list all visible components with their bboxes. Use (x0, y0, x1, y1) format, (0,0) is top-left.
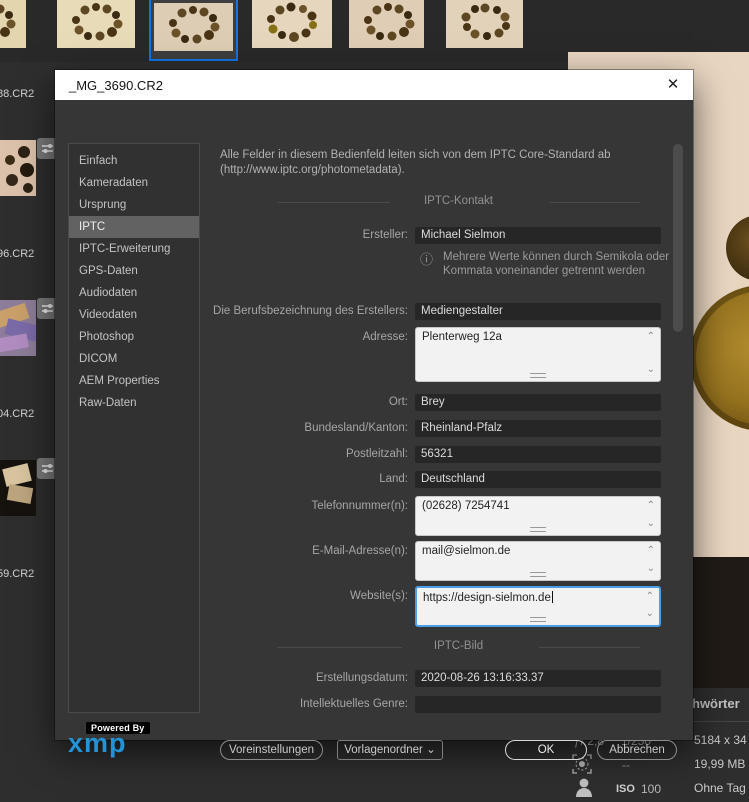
thumbnail[interactable] (57, 0, 135, 48)
erstellungsdatum-field[interactable]: 2020-08-26 13:16:33.37 (415, 670, 661, 687)
text-cursor (551, 591, 553, 603)
chevron-down-icon[interactable]: ⌄ (647, 365, 655, 375)
sidebar-item-dicom[interactable]: DICOM (69, 348, 199, 370)
flash-value: -- (622, 758, 630, 772)
coins-photo (72, 3, 123, 41)
adresse-field[interactable]: Plenterweg 12a ⌃ ⌄ (415, 327, 661, 382)
sidebar-item-photoshop[interactable]: Photoshop (69, 326, 199, 348)
field-label: Die Berufsbezeichnung des Erstellers: (213, 305, 408, 317)
chevron-up-icon[interactable]: ⌃ (647, 501, 655, 511)
chevron-up-icon[interactable]: ⌃ (647, 332, 655, 342)
resize-handle[interactable] (530, 617, 546, 622)
resize-handle[interactable] (530, 373, 546, 378)
iso-label: ISO (616, 783, 635, 795)
thumbnail[interactable] (252, 0, 332, 48)
filmstrip-filename[interactable]: 88.CR2 (0, 88, 41, 100)
person-icon (575, 777, 593, 802)
xmp-wordmark: xmp (68, 728, 127, 758)
field-label: Adresse: (362, 331, 408, 343)
coins-photo (461, 3, 510, 40)
sidebar-item-audiodaten[interactable]: Audiodaten (69, 282, 199, 304)
sidebar-item-ursprung[interactable]: Ursprung (69, 194, 199, 216)
sidebar-item-einfach[interactable]: Einfach (69, 150, 199, 172)
dialog-body: Einfach Kameradaten Ursprung IPTC IPTC-E… (55, 100, 693, 760)
ersteller-field[interactable]: Michael Sielmon (415, 227, 661, 244)
filmstrip-filename[interactable]: 96.CR2 (0, 248, 41, 260)
file-size-value: 19,99 MB (694, 757, 746, 771)
field-label: Ort: (388, 396, 408, 408)
coin-large (690, 285, 749, 431)
telefonnummer-field[interactable]: (02628) 7254741 ⌃ ⌄ (415, 496, 661, 536)
sidebar-item-gps-daten[interactable]: GPS-Daten (69, 260, 199, 282)
land-field[interactable]: Deutschland (415, 471, 661, 488)
field-label: Website(s): (350, 590, 408, 602)
chevron-down-icon: ⌄ (426, 744, 436, 756)
coins-photo (0, 4, 16, 37)
website-field[interactable]: https://design-sielmon.de ⌃ ⌄ (415, 586, 661, 627)
filmstrip-filename[interactable]: 59.CR2 (0, 568, 41, 580)
vorlagenordner-dropdown[interactable]: Vorlagenordner ⌄ (337, 740, 443, 760)
xmp-logo: Powered By xmp (68, 722, 168, 764)
sidebar-item-iptc[interactable]: IPTC (69, 216, 199, 238)
abbrechen-button[interactable]: Abbrechen (597, 740, 677, 760)
metadata-category-list: Einfach Kameradaten Ursprung IPTC IPTC-E… (68, 143, 200, 713)
info-icon: ⓘ (420, 252, 434, 267)
chevron-up-icon[interactable]: ⌃ (646, 592, 654, 602)
ok-button[interactable]: OK (505, 740, 587, 760)
sidebar-item-kameradaten[interactable]: Kameradaten (69, 172, 199, 194)
ort-field[interactable]: Brey (415, 394, 661, 411)
chevron-down-icon[interactable]: ⌄ (647, 519, 655, 529)
thumbnail[interactable] (0, 0, 26, 48)
filmstrip-thumbnail[interactable] (0, 460, 36, 516)
filmstrip-filename[interactable]: 04.CR2 (0, 408, 41, 420)
voreinstellungen-button[interactable]: Voreinstellungen (220, 740, 323, 760)
coin-small (726, 215, 749, 281)
dialog-titlebar: _MG_3690.CR2 ✕ (55, 70, 693, 100)
panel-divider (690, 721, 749, 722)
berufsbezeichnung-field[interactable]: Mediengestalter (415, 303, 661, 320)
filmstrip-thumbnail[interactable] (0, 140, 36, 196)
resize-handle[interactable] (530, 527, 546, 532)
thumbnail-selected[interactable] (149, 0, 238, 61)
resize-handle[interactable] (530, 572, 546, 577)
chevron-down-icon[interactable]: ⌄ (647, 564, 655, 574)
thumbnail[interactable] (349, 0, 424, 48)
postleitzahl-field[interactable]: 56321 (415, 446, 661, 463)
field-label: Land: (379, 473, 408, 485)
dimensions-value: 5184 x 34 (694, 733, 747, 747)
email-field[interactable]: mail@sielmon.de ⌃ ⌄ (415, 541, 661, 581)
field-label: Intellektuelles Genre: (299, 698, 408, 710)
filmstrip-thumbnail[interactable] (0, 300, 36, 356)
field-label: Bundesland/Kanton: (304, 422, 408, 434)
bundesland-field[interactable]: Rheinland-Pfalz (415, 420, 661, 437)
field-label: Ersteller: (362, 229, 408, 241)
panel-description: Alle Felder in diesem Bedienfeld leiten … (220, 149, 611, 176)
chevron-up-icon[interactable]: ⌃ (647, 546, 655, 556)
close-icon[interactable]: ✕ (663, 75, 683, 95)
sidebar-item-iptc-erweiterung[interactable]: IPTC-Erweiterung (69, 238, 199, 260)
field-label: Postleitzahl: (345, 448, 408, 460)
chevron-down-icon[interactable]: ⌄ (646, 609, 654, 619)
coins-photo (267, 2, 317, 42)
sidebar-item-videodaten[interactable]: Videodaten (69, 304, 199, 326)
dialog-title: _MG_3690.CR2 (69, 78, 163, 93)
coins-photo (169, 6, 220, 44)
thumbnail[interactable] (446, 0, 523, 48)
bridge-app: 88.CR2 96.CR2 04.CR2 59.CR2 hwörter ƒ/ 2… (0, 0, 749, 802)
sidebar-item-raw-daten[interactable]: Raw-Daten (69, 392, 199, 414)
info-note: Mehrere Werte können durch Semikola oder… (443, 251, 670, 277)
keywords-tab[interactable]: hwörter (692, 696, 740, 711)
field-label: E-Mail-Adresse(n): (312, 545, 408, 557)
iso-value: 100 (641, 782, 662, 796)
coins-photo (364, 3, 415, 41)
field-label: Erstellungsdatum: (315, 672, 408, 684)
sidebar-item-aem-properties[interactable]: AEM Properties (69, 370, 199, 392)
label-status-value: Ohne Tag (694, 781, 746, 795)
metadata-dialog: _MG_3690.CR2 ✕ Einfach Kameradaten Urspr… (55, 70, 693, 760)
thumbnail (154, 3, 233, 51)
intellektuelles-genre-field[interactable] (415, 696, 661, 713)
field-label: Telefonnummer(n): (311, 500, 408, 512)
